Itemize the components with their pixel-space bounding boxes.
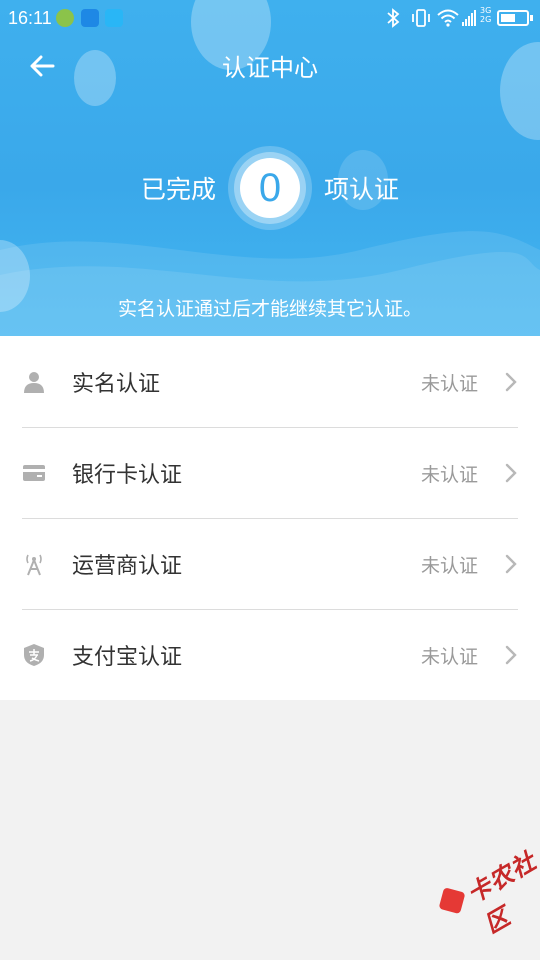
verify-item-label: 银行卡认证 <box>72 463 183 488</box>
page-title: 认证中心 <box>222 54 318 82</box>
verify-item-carrier[interactable]: 运营商认证 未认证 <box>0 518 540 609</box>
progress-suffix: 项认证 <box>324 175 400 204</box>
chevron-right-icon <box>505 645 517 665</box>
header-banner: 16:11 3G 2G 认证中心 已完成 0 项认证 实名认证通过后才能继续其它… <box>0 0 540 336</box>
signal-tower-icon <box>26 554 42 576</box>
verify-item-label: 支付宝认证 <box>72 645 183 670</box>
status-bar: 16:11 3G 2G <box>0 0 540 36</box>
chevron-right-icon <box>505 372 517 392</box>
person-icon <box>24 372 44 393</box>
progress-prefix: 已完成 <box>140 175 216 204</box>
status-time: 16:11 <box>8 8 52 28</box>
chevron-right-icon <box>505 554 517 574</box>
verification-list: 实名认证 未认证 银行卡认证 未认证 运营商认证 未认证 支付宝认证 未认证 <box>0 336 540 700</box>
hint-text: 实名认证通过后才能继续其它认证。 <box>117 298 422 320</box>
progress-count: 0 <box>240 158 300 218</box>
bank-card-icon <box>23 465 45 481</box>
wifi-icon <box>437 9 459 27</box>
verify-item-bankcard[interactable]: 银行卡认证 未认证 <box>0 427 540 518</box>
app-notification-icon <box>56 9 74 27</box>
verify-item-status: 未认证 <box>420 555 478 577</box>
chevron-right-icon <box>505 463 517 483</box>
watermark-text: 卡农社区 <box>462 846 540 939</box>
verify-item-label: 运营商认证 <box>72 554 183 579</box>
battery-icon <box>497 10 533 26</box>
verify-item-realname[interactable]: 实名认证 未认证 <box>0 336 540 427</box>
watermark: 卡农社区 <box>432 833 540 939</box>
vibrate-icon <box>412 9 430 27</box>
bluetooth-icon <box>387 8 400 28</box>
network-type-label: 3G 2G <box>480 6 492 24</box>
verify-item-alipay[interactable]: 支付宝认证 未认证 <box>0 609 540 700</box>
alipay-shield-icon <box>24 644 44 666</box>
verify-item-label: 实名认证 <box>72 372 161 397</box>
verify-item-status: 未认证 <box>420 646 478 668</box>
verify-item-status: 未认证 <box>420 373 478 395</box>
progress-circle: 0 <box>228 146 312 230</box>
progress-summary: 已完成 0 项认证 <box>0 146 540 230</box>
watermark-logo-icon <box>438 887 466 915</box>
message-notification-icon <box>81 9 99 27</box>
scan-notification-icon <box>105 9 123 27</box>
verify-item-status: 未认证 <box>420 464 478 486</box>
